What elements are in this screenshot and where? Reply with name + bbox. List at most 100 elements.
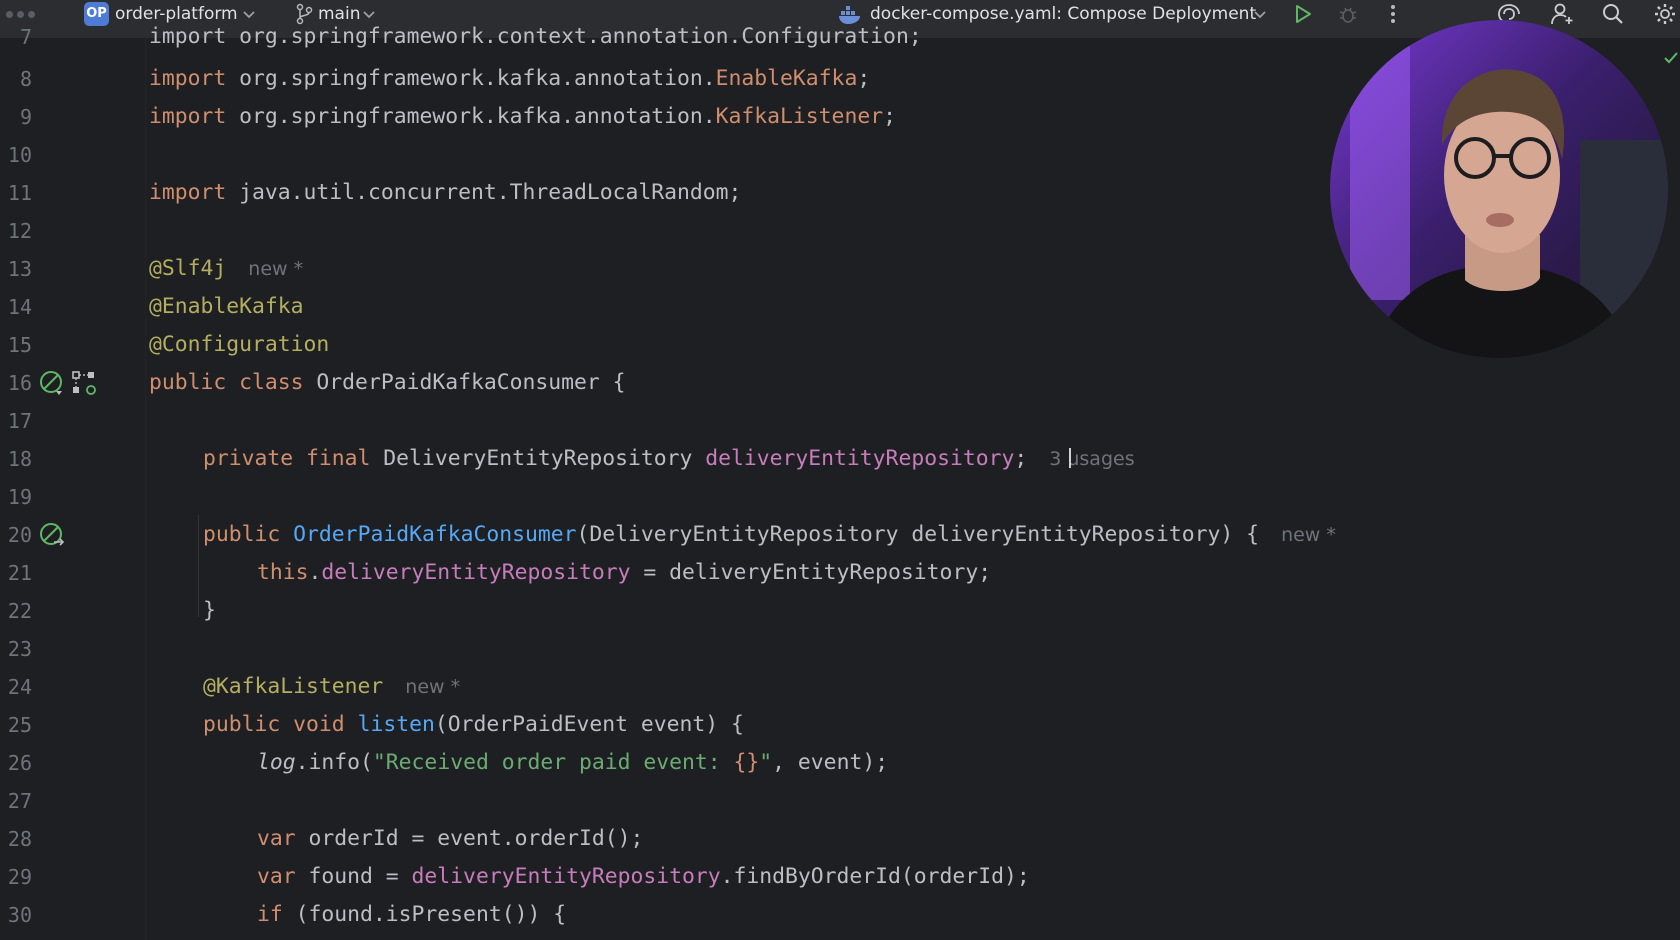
keyword-token: var [257,826,296,851]
author-hint[interactable]: new * [248,250,303,288]
structure-icon[interactable] [70,369,98,397]
line-code[interactable]: var found = deliveryEntityRepository.fin… [257,858,1030,896]
code-line[interactable]: 22 } [0,592,1680,630]
author-hint[interactable]: new * [405,668,460,706]
line-number: 20 [7,523,32,547]
code-line[interactable]: 27 [0,782,1680,820]
spring-autowire-icon[interactable] [38,521,66,549]
line-number: 17 [7,409,32,433]
line-code[interactable]: log.info("Received order paid event: {}"… [257,744,888,782]
punct-token: ; [883,104,896,129]
line-number: 15 [7,333,32,357]
args-token: , event); [772,750,889,775]
keyword-token: public [203,522,281,547]
line-code[interactable]: import org.springframework.context.annot… [149,18,922,56]
ide-window: OP order-platform main docker-compose.ya… [0,0,1680,940]
line-number: 9 [19,105,32,129]
line-code[interactable]: public OrderPaidKafkaConsumer(DeliveryEn… [203,516,1336,554]
line-number: 13 [7,257,32,281]
code-line[interactable]: 16 public class OrderPaidKafkaConsumer { [0,364,1680,402]
line-code[interactable]: var orderId = event.orderId(); [257,820,643,858]
package-token: java.util.concurrent.ThreadLocalRandom; [226,180,742,205]
log-field-token: log [257,750,296,775]
line-code[interactable]: @KafkaListener new * [203,668,460,706]
punct-token: . [308,560,322,585]
method-token: listen [357,712,435,737]
line-code[interactable]: import org.springframework.kafka.annotat… [149,60,870,98]
field-token: deliveryEntityRepository [321,560,631,585]
params-token: (OrderPaidEvent event) { [434,712,744,737]
line-code[interactable]: if (found.isPresent()) { [257,896,566,934]
author-hint[interactable]: new * [1281,516,1336,554]
call-token: .findByOrderId(orderId); [720,864,1030,889]
code-line[interactable]: 23 [0,630,1680,668]
constructor-token: OrderPaidKafkaConsumer [293,522,577,547]
line-number: 22 [7,599,32,623]
line-code[interactable]: @Slf4j new * [149,250,303,288]
code-line[interactable]: 29 var found = deliveryEntityRepository.… [0,858,1680,896]
line-code[interactable]: public class OrderPaidKafkaConsumer { [149,364,626,402]
text-cursor [1069,448,1071,468]
spring-bean-icon[interactable] [38,369,66,397]
punct-token: ; [857,66,871,91]
line-number: 25 [7,713,32,737]
punct-token: ; [1014,446,1028,471]
keyword-token: import [149,66,227,91]
code-line[interactable]: 19 [0,478,1680,516]
field-token: deliveryEntityRepository [705,446,1015,471]
string-token: " [759,750,773,775]
code-line[interactable]: 26 log.info("Received order paid event: … [0,744,1680,782]
presenter-avatar [1330,20,1668,358]
keyword-token: public class [149,370,304,395]
usages-hint[interactable]: 3 usages [1049,440,1134,478]
annotation-token: @KafkaListener [203,674,384,699]
code-line[interactable]: 30 if (found.isPresent()) { [0,896,1680,934]
code-line[interactable]: 21 this.deliveryEntityRepository = deliv… [0,554,1680,592]
package-token: org.springframework.kafka.annotation. [226,66,716,91]
code-line[interactable]: 25 public void listen(OrderPaidEvent eve… [0,706,1680,744]
keyword-token: import [149,104,227,129]
line-code[interactable]: public void listen(OrderPaidEvent event)… [203,706,744,744]
keyword-token: private final [203,446,371,471]
check-icon[interactable] [1664,52,1678,64]
class-token: KafkaListener [715,104,884,129]
code-line[interactable]: 24 @KafkaListener new * [0,668,1680,706]
line-code[interactable]: import java.util.concurrent.ThreadLocalR… [149,174,741,212]
line-number: 14 [7,295,32,319]
menu-dots-icon[interactable] [6,11,35,18]
assign-token: = deliveryEntityRepository; [630,560,992,585]
line-number: 24 [7,675,32,699]
line-number: 23 [7,637,32,661]
line-code[interactable]: private final DeliveryEntityRepository d… [203,440,1135,478]
line-number: 7 [19,25,32,49]
code-line[interactable]: 28 var orderId = event.orderId(); [0,820,1680,858]
class-name-token: OrderPaidKafkaConsumer { [303,370,626,395]
line-number: 27 [7,789,32,813]
line-code[interactable]: this.deliveryEntityRepository = delivery… [257,554,991,592]
keyword-token: this [257,560,309,585]
annotation-token: @EnableKafka [149,294,304,319]
line-number: 18 [7,447,32,471]
call-token: .info( [295,750,373,775]
line-number: 10 [7,143,32,167]
placeholder-token: {} [733,750,760,775]
keyword-token: import [149,180,227,205]
code-line[interactable]: 17 [0,402,1680,440]
keyword-token: public void [203,712,345,737]
code-line[interactable]: 18 private final DeliveryEntityRepositor… [0,440,1680,478]
statement-token: orderId = event.orderId(); [295,826,644,851]
annotation-token: @Configuration [149,332,330,357]
condition-token: (found.isPresent()) { [282,902,567,927]
keyword-token: var [257,864,296,889]
webcam-overlay [1330,20,1668,358]
line-number: 19 [7,485,32,509]
code-line[interactable]: 20 public OrderPaidKafkaConsumer(Deliver… [0,516,1680,554]
line-code[interactable]: } [203,592,216,630]
line-code[interactable]: @Configuration [149,326,329,364]
annotation-token: @Slf4j [149,256,227,281]
params-token: (DeliveryEntityRepository deliveryEntity… [576,522,1260,547]
line-code[interactable]: @EnableKafka [149,288,304,326]
line-number: 21 [7,561,32,585]
line-code[interactable]: import org.springframework.kafka.annotat… [149,98,896,136]
class-token: EnableKafka [715,66,858,91]
